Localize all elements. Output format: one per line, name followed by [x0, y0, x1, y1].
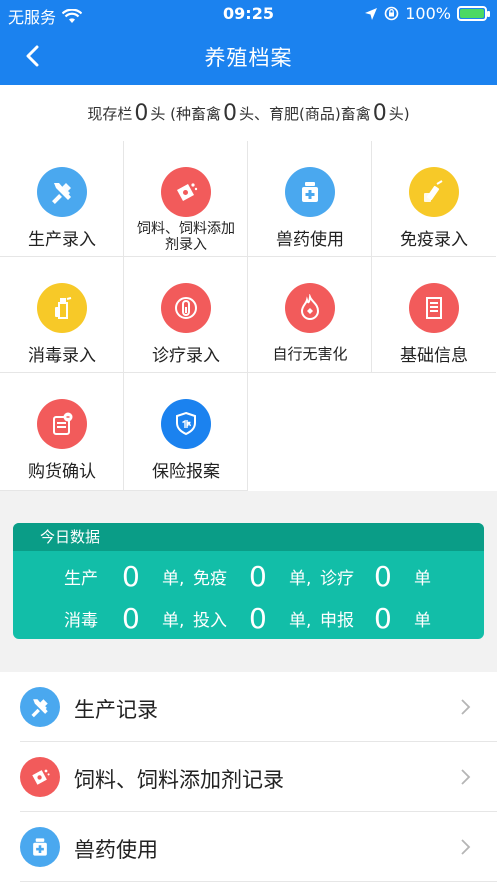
stat-label: 免疫: [193, 569, 227, 589]
flame-icon: [285, 283, 335, 333]
stat-unit: 单,: [289, 569, 312, 589]
insurance-shield-icon: [161, 399, 211, 449]
grid-item-basic-info[interactable]: 基础信息: [372, 257, 496, 373]
grid-item-label: 免疫录入: [400, 230, 468, 250]
record-item-vet-drug[interactable]: 兽药使用: [20, 812, 497, 882]
chevron-right-icon: [461, 839, 471, 855]
grid-item-label: 基础信息: [400, 346, 468, 366]
page-title: 养殖档案: [204, 46, 293, 70]
location-arrow-icon: [365, 7, 378, 20]
status-bar: 无服务 09:25 100%: [0, 0, 497, 28]
document-icon: [409, 283, 459, 333]
stock-total-unit: 头 (种畜禽: [150, 104, 222, 123]
grid-item-disinfection[interactable]: 消毒录入: [0, 257, 124, 373]
grid-item-purchase-confirm[interactable]: 购货确认: [0, 373, 124, 491]
app-header: 无服务 09:25 100% 养殖档案: [0, 0, 497, 85]
grid-item-label: 保险报案: [152, 462, 220, 482]
grid-item-immunization[interactable]: 免疫录入: [372, 141, 496, 257]
feed-bag-icon: [161, 167, 211, 217]
chevron-right-icon: [461, 699, 471, 715]
record-item-label: 兽药使用: [74, 838, 158, 862]
stock-prefix: 现存栏: [87, 104, 133, 123]
today-row-2: 消毒 0 单, 投入 0 单, 申报 0 单: [13, 595, 484, 635]
stock-breeding-unit: 头、育肥(商品)畜禽: [239, 104, 371, 123]
stat-unit: 单,: [162, 569, 185, 589]
test-tube-icon: [161, 283, 211, 333]
purchase-icon: [37, 399, 87, 449]
grid-item-diagnosis[interactable]: 诊疗录入: [124, 257, 248, 373]
today-row-1: 生产 0 单, 免疫 0 单, 诊疗 0 单: [13, 553, 484, 593]
stat-value: 0: [374, 602, 392, 635]
grid-item-label: 生产录入: [28, 230, 96, 250]
grid-item-harmless-disposal[interactable]: 自行无害化: [248, 257, 372, 373]
record-item-feed[interactable]: 饲料、饲料添加剂记录: [20, 742, 497, 812]
stat-unit: 单: [414, 569, 431, 589]
grid-item-insurance-report[interactable]: 保险报案: [124, 373, 248, 491]
stat-label: 投入: [193, 611, 227, 631]
grid-item-label: 消毒录入: [28, 346, 96, 366]
record-item-production[interactable]: 生产记录: [20, 672, 497, 742]
stat-value: 0: [249, 602, 267, 635]
record-item-label: 生产记录: [74, 698, 158, 722]
orientation-lock-icon: [384, 6, 399, 21]
stat-value: 0: [122, 602, 140, 635]
stock-fattening: 0: [372, 100, 387, 126]
grid-item-label: 购货确认: [28, 462, 96, 482]
stat-label: 消毒: [64, 611, 98, 631]
medicine-box-icon: [285, 167, 335, 217]
hammer-icon: [37, 167, 87, 217]
grid-item-vet-drug[interactable]: 兽药使用: [248, 141, 372, 257]
medicine-box-icon: [20, 827, 60, 867]
grid-item-production-entry[interactable]: 生产录入: [0, 141, 124, 257]
spray-bottle-icon: [37, 283, 87, 333]
record-item-label: 饲料、饲料添加剂记录: [74, 768, 284, 792]
feed-bag-icon: [20, 757, 60, 797]
stat-value: 0: [249, 560, 267, 593]
grid-item-label: 诊疗录入: [152, 346, 220, 366]
chevron-right-icon: [461, 769, 471, 785]
stock-fattening-unit: 头): [388, 104, 410, 123]
stat-label: 诊疗: [320, 569, 354, 589]
function-grid: 生产录入 饲料、饲料添加剂录入 兽药使用 免疫录入 消毒录入 诊疗录入 自行无害…: [0, 141, 497, 491]
stock-summary: 现存栏 0 头 (种畜禽 0 头、育肥(商品)畜禽 0 头): [0, 85, 497, 141]
grid-item-label: 饲料、饲料添加剂录入: [137, 221, 235, 253]
stat-unit: 单,: [289, 611, 312, 631]
grid-item-feed-entry[interactable]: 饲料、饲料添加剂录入: [124, 141, 248, 257]
stock-breeding: 0: [223, 100, 238, 126]
stat-value: 0: [374, 560, 392, 593]
stat-value: 0: [122, 560, 140, 593]
today-data-title: 今日数据: [13, 523, 484, 551]
records-list: 生产记录 饲料、饲料添加剂记录 兽药使用: [0, 672, 497, 883]
grid-item-label: 自行无害化: [272, 345, 348, 363]
nav-bar: 养殖档案: [0, 28, 497, 85]
battery-icon: [457, 6, 490, 21]
stock-total: 0: [134, 100, 149, 126]
today-data-panel: 今日数据 生产 0 单, 免疫 0 单, 诊疗 0 单 消毒 0 单, 投入 0…: [13, 523, 484, 639]
hammer-icon: [20, 687, 60, 727]
stat-unit: 单,: [162, 611, 185, 631]
syringe-icon: [409, 167, 459, 217]
battery-percent: 100%: [405, 4, 451, 23]
stat-label: 申报: [320, 611, 354, 631]
stat-unit: 单: [414, 611, 431, 631]
stat-label: 生产: [64, 569, 98, 589]
grid-item-label: 兽药使用: [276, 230, 344, 250]
